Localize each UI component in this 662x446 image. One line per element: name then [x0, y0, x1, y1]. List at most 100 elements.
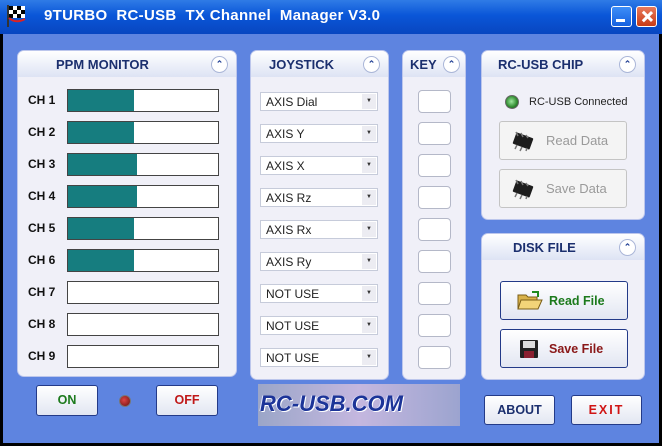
rc-usb-logo: RC-USB.COM: [258, 384, 460, 426]
chip-icon: [512, 131, 534, 152]
dropdown-arrow-icon[interactable]: ▼: [362, 126, 376, 141]
collapse-chevron-icon[interactable]: ⌃: [211, 56, 228, 73]
channel-level-bar: [67, 249, 219, 272]
axis-select-value: AXIS Ry: [266, 255, 312, 269]
key-input[interactable]: [418, 122, 451, 145]
key-input[interactable]: [418, 154, 451, 177]
key-heading: KEY: [410, 57, 437, 72]
read-file-button[interactable]: Read File: [500, 281, 628, 320]
ppm-monitor-heading: PPM MONITOR: [56, 57, 149, 72]
read-file-label: Read File: [549, 294, 605, 308]
window-title: 9TURBO RC-USB TX Channel Manager V3.0: [44, 7, 381, 24]
channel-level-fill: [68, 154, 137, 175]
channel-level-bar: [67, 313, 219, 336]
title-bar[interactable]: 9TURBO RC-USB TX Channel Manager V3.0: [0, 0, 662, 34]
key-input[interactable]: [418, 346, 451, 369]
close-button[interactable]: [636, 6, 657, 27]
key-input[interactable]: [418, 282, 451, 305]
minimize-button[interactable]: [611, 6, 632, 27]
axis-select[interactable]: AXIS Ry ▼: [260, 252, 378, 271]
key-header[interactable]: KEY ⌃: [403, 51, 465, 77]
channel-label: CH 6: [28, 253, 56, 267]
dropdown-arrow-icon[interactable]: ▼: [362, 286, 376, 301]
axis-select[interactable]: AXIS Dial ▼: [260, 92, 378, 111]
logo-text: RC-USB.COM: [260, 391, 403, 416]
about-button[interactable]: ABOUT: [484, 395, 555, 425]
joystick-panel: JOYSTICK ⌃ AXIS Dial ▼ AXIS Y ▼ AXIS X ▼ AXIS …: [250, 50, 389, 380]
open-folder-icon: [517, 291, 543, 310]
axis-select-value: AXIS Rz: [266, 191, 312, 205]
ppm-on-button[interactable]: ON: [36, 385, 98, 416]
channel-label: CH 4: [28, 189, 56, 203]
main-area: PPM MONITOR ⌃ CH 1 CH 2 CH 3 CH 4 CH 5 CH 6 CH…: [3, 34, 659, 443]
joystick-heading: JOYSTICK: [269, 57, 335, 72]
channel-level-fill: [68, 186, 137, 207]
channel-label: CH 5: [28, 221, 56, 235]
dropdown-arrow-icon[interactable]: ▼: [362, 222, 376, 237]
axis-select-value: NOT USE: [266, 351, 320, 365]
channel-label: CH 3: [28, 157, 56, 171]
channel-level-fill: [68, 218, 134, 239]
axis-select[interactable]: NOT USE ▼: [260, 316, 378, 335]
key-panel: KEY ⌃: [402, 50, 466, 380]
disk-header[interactable]: DISK FILE ⌃: [482, 234, 644, 260]
key-input[interactable]: [418, 314, 451, 337]
channel-level-bar: [67, 217, 219, 240]
ppm-off-button[interactable]: OFF: [156, 385, 218, 416]
axis-select-value: NOT USE: [266, 287, 320, 301]
connection-led-icon: [505, 95, 519, 109]
rc-usb-chip-panel: RC-USB CHIP ⌃ RC-USB Connected Read Data…: [481, 50, 645, 220]
key-input[interactable]: [418, 90, 451, 113]
dropdown-arrow-icon[interactable]: ▼: [362, 190, 376, 205]
disk-file-panel: DISK FILE ⌃ Read File Save File: [481, 233, 645, 380]
collapse-chevron-icon[interactable]: ⌃: [443, 56, 460, 73]
exit-button[interactable]: EXIT: [571, 395, 642, 425]
key-input[interactable]: [418, 250, 451, 273]
ppm-monitor-header[interactable]: PPM MONITOR ⌃: [18, 51, 236, 77]
channel-level-fill: [68, 122, 134, 143]
dropdown-arrow-icon[interactable]: ▼: [362, 254, 376, 269]
collapse-chevron-icon[interactable]: ⌃: [363, 56, 380, 73]
joystick-header[interactable]: JOYSTICK ⌃: [251, 51, 388, 77]
axis-select[interactable]: AXIS Y ▼: [260, 124, 378, 143]
save-file-button[interactable]: Save File: [500, 329, 628, 368]
chip-header[interactable]: RC-USB CHIP ⌃: [482, 51, 644, 77]
dropdown-arrow-icon[interactable]: ▼: [362, 158, 376, 173]
channel-level-bar: [67, 345, 219, 368]
chip-heading: RC-USB CHIP: [498, 57, 584, 72]
chip-icon: [512, 179, 534, 200]
save-file-label: Save File: [549, 342, 604, 356]
axis-select[interactable]: NOT USE ▼: [260, 284, 378, 303]
key-input[interactable]: [418, 218, 451, 241]
ppm-monitor-panel: PPM MONITOR ⌃ CH 1 CH 2 CH 3 CH 4 CH 5 CH 6 CH…: [17, 50, 237, 377]
checkered-flag-icon: [7, 5, 26, 27]
collapse-chevron-icon[interactable]: ⌃: [619, 239, 636, 256]
dropdown-arrow-icon[interactable]: ▼: [362, 318, 376, 333]
save-data-label: Save Data: [546, 181, 607, 196]
channel-label: CH 8: [28, 317, 56, 331]
key-input[interactable]: [418, 186, 451, 209]
channel-level-fill: [68, 250, 134, 271]
floppy-disk-icon: [520, 340, 538, 358]
ppm-status-led-icon: [119, 395, 131, 407]
channel-level-bar: [67, 89, 219, 112]
save-data-button[interactable]: Save Data: [499, 169, 627, 208]
collapse-chevron-icon[interactable]: ⌃: [619, 56, 636, 73]
axis-select-value: AXIS Rx: [266, 223, 312, 237]
connection-status: RC-USB Connected: [529, 96, 628, 108]
channel-level-bar: [67, 121, 219, 144]
axis-select[interactable]: AXIS Rz ▼: [260, 188, 378, 207]
axis-select[interactable]: AXIS X ▼: [260, 156, 378, 175]
dropdown-arrow-icon[interactable]: ▼: [362, 94, 376, 109]
axis-select-value: AXIS Y: [266, 127, 305, 141]
disk-heading: DISK FILE: [513, 240, 576, 255]
channel-level-fill: [68, 90, 134, 111]
channel-label: CH 2: [28, 125, 56, 139]
axis-select[interactable]: NOT USE ▼: [260, 348, 378, 367]
channel-label: CH 9: [28, 349, 56, 363]
dropdown-arrow-icon[interactable]: ▼: [362, 350, 376, 365]
axis-select[interactable]: AXIS Rx ▼: [260, 220, 378, 239]
read-data-button[interactable]: Read Data: [499, 121, 627, 160]
channel-level-bar: [67, 281, 219, 304]
read-data-label: Read Data: [546, 133, 609, 148]
